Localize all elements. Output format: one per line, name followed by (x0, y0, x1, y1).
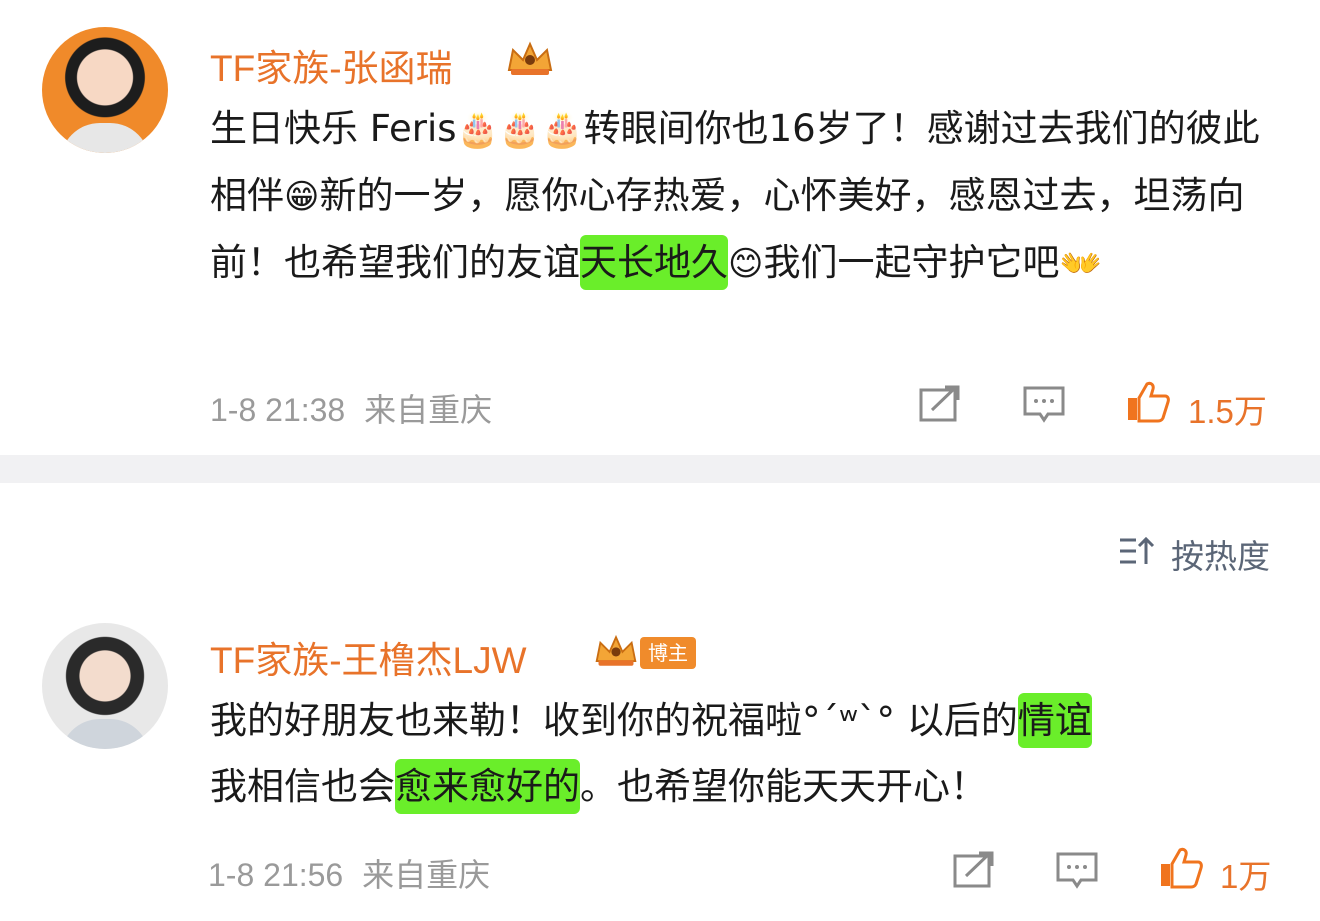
comment-icon[interactable] (1022, 384, 1066, 424)
avatar[interactable] (42, 27, 168, 153)
highlighted-text: 愈来愈好的 (395, 759, 580, 814)
like-icon[interactable] (1125, 380, 1171, 424)
comment-item: TF家族-王橹杰LJW 博主 我的好朋友也来勒！收到你的祝福啦°´ʷ`° 以后的… (0, 600, 1320, 921)
comment-author[interactable]: TF家族-张函瑞 (210, 38, 453, 92)
share-icon[interactable] (952, 850, 996, 890)
like-count: 1万 (1220, 858, 1272, 895)
hands-emoji: 👐 (1059, 244, 1102, 284)
sort-label: 按热度 (1171, 537, 1270, 576)
timestamp: 1-8 21:56 (208, 857, 344, 893)
like-count: 1.5万 (1188, 393, 1267, 430)
comment-content: 我的好朋友也来勒！收到你的祝福啦°´ʷ`° 以后的情谊 我相信也会愈来愈好的。也希… (210, 688, 1290, 820)
blogger-badge: 博主 (640, 637, 696, 669)
comment-meta: 1-8 21:56 来自重庆 (208, 850, 490, 896)
kaomoji: °´ʷ`° (802, 699, 896, 742)
highlighted-text: 情谊 (1017, 693, 1092, 748)
avatar[interactable] (42, 623, 168, 749)
share-icon[interactable] (918, 384, 962, 424)
highlighted-text: 天长地久 (580, 235, 728, 290)
like-icon[interactable] (1158, 846, 1204, 890)
comment-item: TF家族-张函瑞 生日快乐 Feris🎂🎂🎂转眼间你也16岁了！感谢过去我们的彼… (0, 0, 1320, 455)
crown-badge-icon (507, 41, 553, 75)
location: 来自重庆 (362, 857, 491, 893)
cake-emoji: 🎂🎂🎂 (456, 110, 584, 150)
comment-content: 生日快乐 Feris🎂🎂🎂转眼间你也16岁了！感谢过去我们的彼此相伴😁新的一岁，… (210, 96, 1280, 297)
grin-emoji: 😁 (284, 177, 320, 217)
timestamp: 1-8 21:38 (210, 392, 346, 428)
section-divider (0, 455, 1320, 483)
comment-meta: 1-8 21:38 来自重庆 (210, 385, 492, 431)
comment-icon[interactable] (1055, 850, 1099, 890)
comment-author[interactable]: TF家族-王橹杰LJW (210, 630, 527, 684)
smile-emoji: 😊 (728, 244, 764, 284)
sort-icon (1120, 536, 1155, 564)
location: 来自重庆 (364, 392, 493, 428)
crown-badge-icon (595, 634, 637, 666)
